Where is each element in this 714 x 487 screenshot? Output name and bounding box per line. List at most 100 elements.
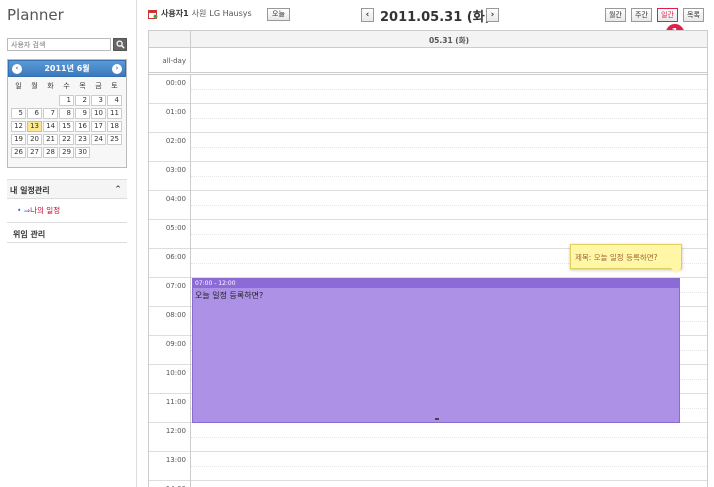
- mini-calendar-grid: 1 2 3 4 5 6 7 8 9 10 11 12 13 14 15 16 17 18 19 20 21 22 23 24 2…: [8, 93, 126, 160]
- mini-calendar-day[interactable]: 15: [59, 121, 74, 132]
- current-date-title: 2011.05.31 (화): [380, 10, 491, 25]
- mini-calendar-day[interactable]: 5: [11, 108, 26, 119]
- mini-calendar-empty-cell: [91, 147, 106, 158]
- mini-calendar-day[interactable]: 1: [59, 95, 74, 106]
- mini-calendar-day[interactable]: 8: [59, 108, 74, 119]
- next-day-button[interactable]: ›: [486, 8, 499, 22]
- view-week-button[interactable]: 주간: [631, 8, 652, 22]
- mini-calendar-next-button[interactable]: ›: [112, 63, 122, 74]
- hour-label: 14:00: [149, 481, 191, 487]
- hour-label: 06:00: [149, 249, 191, 278]
- hour-label: 01:00: [149, 104, 191, 133]
- hour-slot[interactable]: 14:00: [149, 481, 707, 487]
- view-list-button[interactable]: 목록: [683, 8, 704, 22]
- bullet-icon: •: [17, 206, 22, 215]
- mini-calendar-prev-button[interactable]: ‹: [12, 63, 22, 74]
- mini-calendar-title: 2011년 6월: [44, 64, 90, 73]
- hour-label: 12:00: [149, 423, 191, 452]
- mini-calendar-day[interactable]: 24: [91, 134, 106, 145]
- mini-calendar-empty-cell: [43, 95, 58, 106]
- view-day-button[interactable]: 일간: [657, 8, 678, 22]
- event-resize-handle[interactable]: [435, 418, 439, 420]
- mini-calendar-day[interactable]: 3: [91, 95, 106, 106]
- weekday-label: 월: [31, 82, 38, 90]
- mini-calendar-day[interactable]: 16: [75, 121, 90, 132]
- hour-slot[interactable]: 03:00: [149, 162, 707, 191]
- mini-calendar-day[interactable]: 26: [11, 147, 26, 158]
- sidebar-item-label: 나의 일정: [30, 206, 61, 215]
- hour-label: 07:00: [149, 278, 191, 307]
- hour-label: 03:00: [149, 162, 191, 191]
- mini-calendar-day[interactable]: 29: [59, 147, 74, 158]
- weekday-label: 화: [47, 82, 54, 90]
- mini-calendar-day[interactable]: 12: [11, 121, 26, 132]
- mini-calendar-day[interactable]: 18: [107, 121, 122, 132]
- tooltip-pointer: [671, 268, 681, 274]
- mini-calendar-day[interactable]: 4: [107, 95, 122, 106]
- allday-label: all-day: [149, 48, 191, 72]
- hour-grid: 00:00 01:00 02:00 03:00 04:00 05:00 06:00 07:00…: [149, 75, 707, 487]
- mini-calendar-day[interactable]: 23: [75, 134, 90, 145]
- event-block[interactable]: 07:00 - 12:00 오늘 일정 등록하면?: [192, 278, 680, 423]
- hour-label: 10:00: [149, 365, 191, 394]
- event-title: 오늘 일정 등록하면?: [195, 291, 264, 300]
- tooltip-text: 제목: 오늘 일정 등록하면?: [575, 253, 658, 262]
- chevron-up-icon: ^: [115, 185, 121, 193]
- sidebar-item-my-schedule[interactable]: • ⇒나의 일정: [17, 205, 60, 216]
- mini-calendar-day[interactable]: 20: [27, 134, 42, 145]
- weekday-label: 일: [15, 82, 22, 90]
- my-schedule-section-header[interactable]: 내 일정관리 ^: [7, 179, 127, 199]
- half-hour-line: [191, 466, 707, 467]
- search-icon: [115, 40, 125, 49]
- mini-calendar-day[interactable]: 19: [11, 134, 26, 145]
- hour-slot[interactable]: 04:00: [149, 191, 707, 220]
- hour-slot[interactable]: 00:00: [149, 75, 707, 104]
- half-hour-line: [191, 118, 707, 119]
- mini-calendar-day[interactable]: 6: [27, 108, 42, 119]
- hour-slot[interactable]: 12:00: [149, 423, 707, 452]
- mini-calendar-empty-cell: [11, 95, 26, 106]
- hour-label: 05:00: [149, 220, 191, 249]
- hour-label: 02:00: [149, 133, 191, 162]
- search-button[interactable]: [113, 38, 127, 51]
- hour-slot[interactable]: 02:00: [149, 133, 707, 162]
- mini-calendar: ‹ 2011년 6월 › 일월화수목금토 1 2 3 4 5 6 7 8 9 10 11 12 13 14…: [7, 59, 127, 168]
- weekday-label: 목: [79, 82, 86, 90]
- mini-calendar-day[interactable]: 27: [27, 147, 42, 158]
- mini-calendar-day[interactable]: 9: [75, 108, 90, 119]
- header-gutter: [149, 31, 191, 48]
- sidebar-item-delegate[interactable]: 위임 관리: [7, 222, 127, 243]
- hour-slot[interactable]: 01:00: [149, 104, 707, 133]
- user-name: 사용자1: [161, 9, 189, 18]
- mini-calendar-day[interactable]: 10: [91, 108, 106, 119]
- user-search-input[interactable]: [7, 38, 111, 51]
- mini-calendar-day[interactable]: 2: [75, 95, 90, 106]
- mini-calendar-day[interactable]: 25: [107, 134, 122, 145]
- mini-calendar-day[interactable]: 13: [27, 121, 42, 132]
- half-hour-line: [191, 89, 707, 90]
- mini-calendar-day[interactable]: 17: [91, 121, 106, 132]
- hour-label: 13:00: [149, 452, 191, 481]
- mini-calendar-day[interactable]: 28: [43, 147, 58, 158]
- user-info: 사용자1 사원 LG Hausys: [148, 8, 252, 19]
- mini-calendar-day[interactable]: 7: [43, 108, 58, 119]
- hour-slot[interactable]: 13:00: [149, 452, 707, 481]
- today-button[interactable]: 오늘: [267, 8, 290, 21]
- mini-calendar-day[interactable]: 14: [43, 121, 58, 132]
- weekday-label: 금: [95, 82, 102, 90]
- user-company: LG Hausys: [209, 9, 252, 18]
- mini-calendar-day[interactable]: 21: [43, 134, 58, 145]
- mini-calendar-empty-cell: [107, 147, 122, 158]
- view-month-button[interactable]: 월간: [605, 8, 626, 22]
- mini-calendar-day[interactable]: 30: [75, 147, 90, 158]
- app-title: Planner: [7, 6, 64, 24]
- weekday-label: 수: [63, 82, 70, 90]
- half-hour-line: [191, 205, 707, 206]
- mini-calendar-day[interactable]: 11: [107, 108, 122, 119]
- allday-row[interactable]: all-day: [149, 48, 707, 75]
- hour-label: 11:00: [149, 394, 191, 423]
- mini-calendar-day[interactable]: 22: [59, 134, 74, 145]
- mini-calendar-weekdays: 일월화수목금토: [8, 77, 126, 93]
- calendar-user-icon: [148, 9, 158, 19]
- prev-day-button[interactable]: ‹: [361, 8, 374, 22]
